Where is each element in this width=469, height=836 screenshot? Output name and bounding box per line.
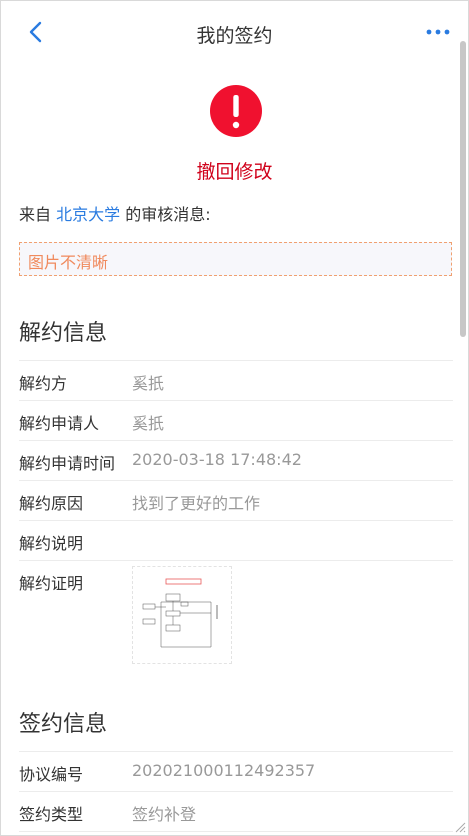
page-title: 我的签约: [196, 25, 273, 47]
row-value: 签约补登: [132, 805, 197, 824]
signing-row: 协议编号 202021000112492357: [19, 751, 453, 791]
row-value: 202021000112492357: [132, 761, 316, 780]
signing-section-title: 签约信息: [19, 712, 108, 737]
audit-notice: 图片不清晰: [19, 242, 452, 276]
row-label: 解约证明: [19, 574, 84, 593]
row-value: 2020-03-18 17:48:42: [132, 450, 302, 469]
signing-row: 签约类型 签约补登: [19, 791, 453, 831]
termination-row: 解约证明: [19, 560, 453, 690]
termination-section-title: 解约信息: [19, 321, 108, 346]
termination-row: 解约原因 找到了更好的工作: [19, 480, 453, 520]
row-label: 解约说明: [19, 534, 84, 553]
proof-diagram-image: [142, 578, 218, 648]
row-label: 协议编号: [19, 765, 84, 784]
proof-image-thumbnail[interactable]: [132, 566, 232, 664]
termination-row: 解约申请时间 2020-03-18 17:48:42: [19, 440, 453, 480]
message-prefix: 来自: [19, 205, 57, 224]
row-label: 解约申请人: [19, 414, 100, 433]
row-label: 签约类型: [19, 805, 84, 824]
vertical-scrollbar[interactable]: [460, 41, 466, 337]
row-label: 解约申请时间: [19, 454, 116, 473]
row-value: 找到了更好的工作: [132, 494, 261, 513]
row-value: 奚扺: [132, 374, 165, 393]
row-label: 解约方: [19, 374, 68, 393]
more-dots-icon[interactable]: [424, 21, 452, 43]
nav-bar: 我的签约: [1, 1, 468, 63]
status-text: 撤回修改: [196, 161, 273, 183]
app-frame: 我的签约 撤回修改 来自 北京大学 的审核消息: 图片不清晰 解约信息 解约方 …: [0, 0, 469, 836]
termination-row: 解约方 奚扺: [19, 360, 453, 400]
message-suffix: 的审核消息:: [120, 205, 211, 224]
row-label: 解约原因: [19, 494, 84, 513]
row-value: 奚扺: [132, 414, 165, 433]
source-link[interactable]: 北京大学: [56, 205, 120, 224]
termination-row: 解约申请人 奚扺: [19, 400, 453, 440]
row-divider: [19, 831, 453, 835]
termination-row: 解约说明: [19, 520, 453, 560]
exclamation-circle-icon: [210, 85, 262, 137]
resize-grip-icon[interactable]: [454, 821, 466, 833]
audit-message: 来自 北京大学 的审核消息:: [19, 201, 211, 225]
